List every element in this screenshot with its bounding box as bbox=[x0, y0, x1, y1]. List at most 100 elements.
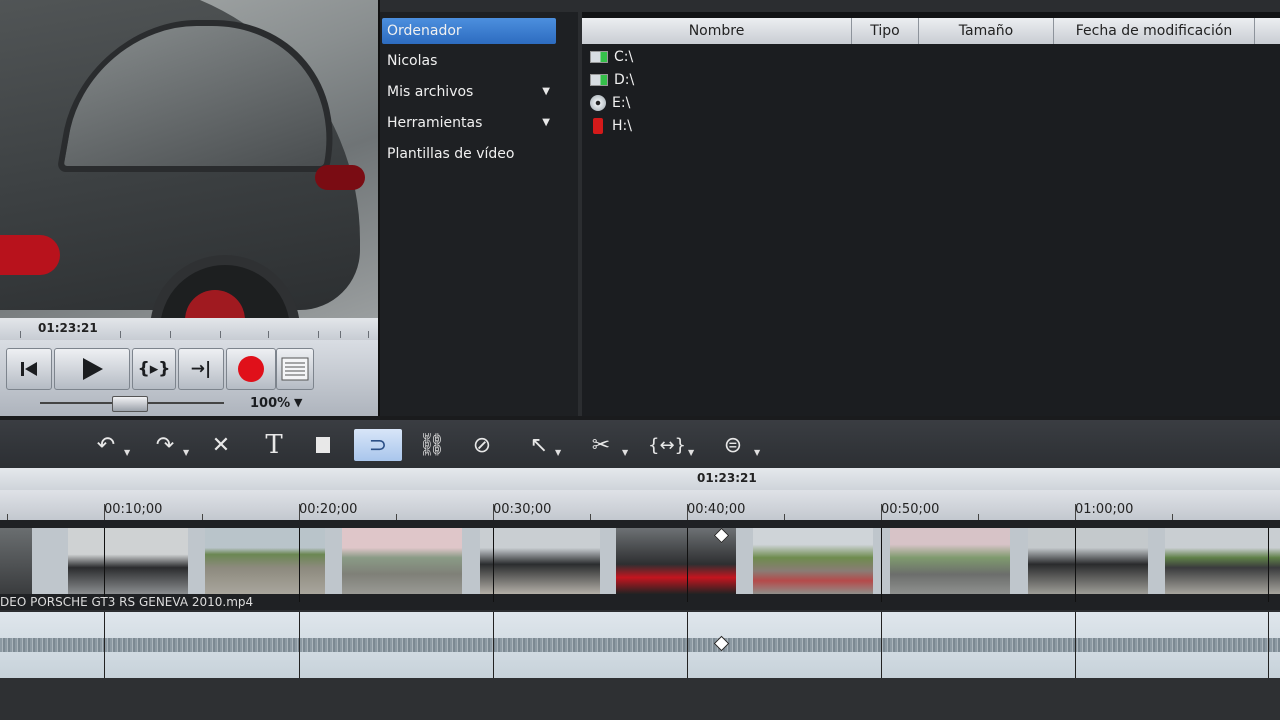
cursor-mode-dropdown-icon[interactable]: ▼ bbox=[555, 448, 561, 457]
media-pool-nav: Ordenador Nicolas Mis archivos ▼ Herrami… bbox=[380, 12, 578, 416]
expand-arrow-icon[interactable]: ▼ bbox=[542, 79, 550, 105]
audio-waveform bbox=[0, 638, 1280, 652]
effects-button[interactable]: ⊜ bbox=[715, 429, 751, 461]
list-icon bbox=[281, 357, 309, 381]
range-button[interactable]: {↔} bbox=[648, 429, 686, 461]
skip-to-end-icon: →| bbox=[190, 359, 212, 379]
drive-item[interactable]: E:\ bbox=[590, 92, 630, 114]
unlink-button[interactable]: ⊘ bbox=[464, 429, 500, 461]
play-button[interactable] bbox=[54, 348, 130, 390]
drive-label: E:\ bbox=[612, 95, 631, 111]
timeline-toolbar: ↶ ▼ ↷ ▼ ✕ T ⊃ ⛓ ⊘ ↖ ▼ ✂ ▼ {↔} ▼ ⊜ ▼ bbox=[0, 416, 1280, 472]
delete-button[interactable]: ✕ bbox=[203, 429, 239, 461]
usb-drive-icon bbox=[593, 118, 603, 134]
title-icon: T bbox=[265, 430, 283, 460]
undo-icon: ↶ bbox=[96, 432, 116, 458]
title-button[interactable]: T bbox=[256, 429, 292, 461]
clip-thumbnail bbox=[68, 528, 188, 594]
link-button[interactable]: ⛓ bbox=[414, 429, 450, 461]
file-browser: Nombre Tipo Tamaño Fecha de modificación… bbox=[582, 12, 1280, 416]
preview-car-taillight bbox=[0, 235, 60, 275]
column-header-tipo[interactable]: Tipo bbox=[852, 18, 919, 44]
range-icon: {↔} bbox=[648, 434, 686, 456]
clip-name: DEO PORSCHE GT3 RS GENEVA 2010.mp4 bbox=[0, 595, 254, 609]
undo-dropdown-icon[interactable]: ▼ bbox=[124, 448, 130, 457]
cursor-mode-button[interactable]: ↖ bbox=[521, 429, 557, 461]
timeline-position-bar[interactable]: 01:23:21 bbox=[0, 468, 1280, 490]
column-header-fecha[interactable]: Fecha de modificación bbox=[1054, 18, 1255, 44]
loop-button[interactable]: ⊃ bbox=[354, 429, 402, 461]
expand-arrow-icon[interactable]: ▼ bbox=[542, 110, 550, 136]
clip-thumbnail bbox=[1165, 528, 1280, 594]
timeline-position: 01:23:21 bbox=[697, 471, 757, 485]
column-header-nombre[interactable]: Nombre bbox=[582, 18, 852, 44]
video-preview bbox=[0, 0, 380, 318]
preview-car-sidelight bbox=[315, 165, 365, 190]
optical-disc-icon bbox=[590, 95, 606, 111]
delete-icon: ✕ bbox=[211, 432, 231, 458]
cursor-mode-icon: ↖ bbox=[529, 432, 549, 458]
skip-to-end-button[interactable]: →| bbox=[178, 348, 224, 390]
transport-controls: {▸} →| 100% ▼ bbox=[0, 340, 380, 416]
nav-item-label: Nicolas bbox=[387, 53, 438, 69]
cut-dropdown-icon[interactable]: ▼ bbox=[622, 448, 628, 457]
clip-thumbnail bbox=[480, 528, 600, 594]
range-dropdown-icon[interactable]: ▼ bbox=[688, 448, 694, 457]
redo-dropdown-icon[interactable]: ▼ bbox=[183, 448, 189, 457]
zoom-dropdown-icon[interactable]: ▼ bbox=[294, 396, 302, 409]
file-list-header: Nombre Tipo Tamaño Fecha de modificación bbox=[582, 18, 1280, 44]
clip-thumbnail bbox=[0, 528, 32, 594]
record-icon bbox=[238, 356, 264, 382]
cut-icon: ✂ bbox=[591, 432, 611, 458]
nav-item-label: Mis archivos bbox=[387, 84, 474, 100]
drive-label: C:\ bbox=[614, 49, 634, 65]
clip-thumbnail bbox=[1028, 528, 1148, 594]
clip-thumbnail bbox=[890, 528, 1010, 594]
drive-item[interactable]: H:\ bbox=[590, 115, 632, 137]
video-track[interactable]: DEO PORSCHE GT3 RS GENEVA 2010.mp4 bbox=[0, 520, 1280, 610]
preview-scrubber[interactable]: 01:23:21 bbox=[0, 318, 380, 340]
redo-button[interactable]: ↷ bbox=[147, 429, 183, 461]
drive-label: D:\ bbox=[614, 72, 635, 88]
ruler-label: 00:50;00 bbox=[881, 502, 940, 517]
nav-item-label: Ordenador bbox=[387, 23, 462, 39]
nav-item-herramientas[interactable]: Herramientas ▼ bbox=[382, 110, 556, 136]
list-button[interactable] bbox=[276, 348, 314, 390]
undo-button[interactable]: ↶ bbox=[88, 429, 124, 461]
timeline-ruler[interactable]: 00:10;00 00:20;00 00:30;00 00:40;00 00:5… bbox=[0, 490, 1280, 520]
ruler-label: 00:10;00 bbox=[104, 502, 163, 517]
marker-button[interactable] bbox=[305, 429, 341, 461]
clip-thumbnail bbox=[205, 528, 325, 594]
nav-item-label: Herramientas bbox=[387, 115, 483, 131]
skip-back-button[interactable] bbox=[6, 348, 52, 390]
nav-item-ordenador[interactable]: Ordenador bbox=[382, 18, 556, 44]
nav-item-mis-archivos[interactable]: Mis archivos ▼ bbox=[382, 79, 556, 105]
marker-icon bbox=[316, 437, 330, 453]
volume-slider-knob[interactable] bbox=[112, 396, 148, 412]
link-icon: ⛓ bbox=[418, 432, 446, 458]
audio-track[interactable] bbox=[0, 612, 1280, 678]
play-range-icon: {▸} bbox=[137, 359, 171, 379]
nav-item-label: Plantillas de vídeo bbox=[387, 146, 515, 162]
drive-item[interactable]: C:\ bbox=[590, 46, 633, 68]
effects-dropdown-icon[interactable]: ▼ bbox=[754, 448, 760, 457]
video-clip[interactable] bbox=[0, 528, 1280, 594]
empty-track-area[interactable] bbox=[0, 678, 1280, 720]
cut-button[interactable]: ✂ bbox=[583, 429, 619, 461]
zoom-level[interactable]: 100% bbox=[250, 396, 290, 411]
record-button[interactable] bbox=[226, 348, 276, 390]
column-header-tamano[interactable]: Tamaño bbox=[919, 18, 1054, 44]
ruler-label: 00:20;00 bbox=[299, 502, 358, 517]
hard-drive-icon bbox=[590, 74, 608, 86]
play-range-button[interactable]: {▸} bbox=[132, 348, 176, 390]
loop-icon: ⊃ bbox=[368, 432, 388, 458]
unlink-icon: ⊘ bbox=[472, 432, 492, 458]
nav-item-nicolas[interactable]: Nicolas bbox=[382, 48, 556, 74]
ruler-label: 00:30;00 bbox=[493, 502, 552, 517]
effects-icon: ⊜ bbox=[723, 432, 743, 458]
play-icon bbox=[83, 358, 103, 380]
clip-thumbnail bbox=[753, 528, 873, 594]
preview-timecode: 01:23:21 bbox=[38, 321, 98, 335]
drive-item[interactable]: D:\ bbox=[590, 69, 634, 91]
nav-item-plantillas[interactable]: Plantillas de vídeo bbox=[382, 141, 556, 167]
